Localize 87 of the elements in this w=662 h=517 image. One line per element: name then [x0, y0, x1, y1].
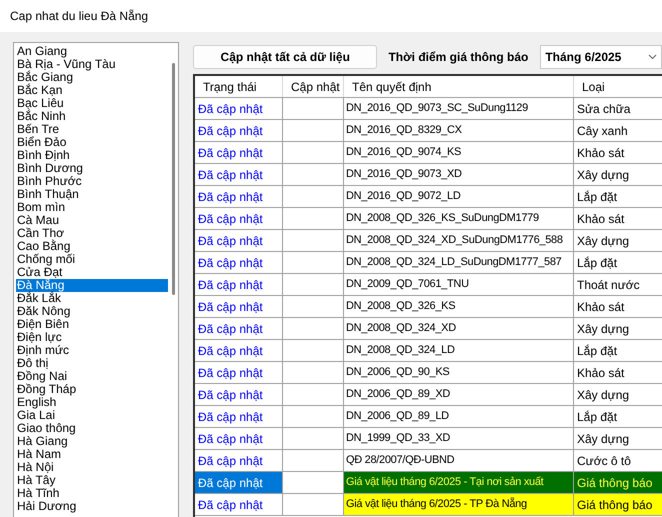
province-item[interactable]: An Giang — [16, 45, 168, 58]
decision-name-cell: DN_2016_QD_9072_LD — [344, 186, 574, 207]
province-item[interactable]: Đô thị — [16, 357, 168, 370]
column-header[interactable]: Trạng thái — [195, 76, 283, 97]
province-item[interactable]: Bình Dương — [16, 162, 168, 175]
province-item[interactable]: Hà Nội — [16, 461, 168, 474]
decision-name-cell: DN_2009_QD_7061_TNU — [344, 274, 574, 295]
province-item[interactable]: Cao Bằng — [16, 240, 168, 253]
status-cell: Đã cập nhật — [195, 384, 283, 405]
decision-name-cell: DN_2016_QD_9073_SC_SuDung1129 — [344, 98, 574, 119]
province-item[interactable]: Điện Biên — [16, 318, 168, 331]
status-cell: Đã cập nhật — [195, 98, 283, 119]
column-header[interactable]: Loại — [574, 76, 662, 97]
province-item[interactable]: Bắc Giang — [16, 71, 168, 84]
province-item[interactable]: Bắc Ninh — [16, 110, 168, 123]
province-item[interactable]: Hà Tây — [16, 474, 168, 487]
province-item[interactable]: Cà Mau — [16, 214, 168, 227]
chevron-down-icon — [648, 54, 657, 60]
decision-name-cell: DN_1999_QD_33_XD — [344, 428, 574, 449]
province-item[interactable]: Định mức — [16, 344, 168, 357]
decision-name-cell: QĐ 28/2007/QĐ-UBND — [344, 450, 574, 471]
decision-name-cell: DN_2008_QD_324_XD — [344, 318, 574, 339]
status-cell: Đã cập nhật — [195, 472, 283, 493]
decision-name-cell: Giá vật liệu tháng 6/2025 - TP Đà Nẵng — [344, 494, 574, 515]
province-item[interactable]: Bạc Liêu — [16, 97, 168, 110]
decision-name-cell: DN_2008_QD_324_LD — [344, 340, 574, 361]
decision-name-cell: DN_2008_QD_326_KS_SuDungDM1779 — [344, 208, 574, 229]
status-cell: Đã cập nhật — [195, 406, 283, 427]
type-cell: Giá thông báo — [574, 472, 662, 493]
province-item[interactable]: Hà Tĩnh — [16, 487, 168, 500]
province-item[interactable]: Đắk Lắk — [16, 292, 168, 305]
status-cell: Đã cập nhật — [195, 362, 283, 383]
scrollbar-thumb[interactable] — [172, 63, 174, 295]
province-item[interactable]: Bến Tre — [16, 123, 168, 136]
decision-name-cell: DN_2016_QD_9073_XD — [344, 164, 574, 185]
status-cell: Đã cập nhật — [195, 494, 283, 515]
status-cell: Đã cập nhật — [195, 450, 283, 471]
status-cell: Đã cập nhật — [195, 230, 283, 251]
province-item[interactable]: Bà Rịa - Vũng Tàu — [16, 58, 168, 71]
status-cell: Đã cập nhật — [195, 164, 283, 185]
province-list[interactable] — [13, 42, 179, 517]
province-item[interactable]: English — [16, 396, 168, 409]
window-title: Cap nhat du lieu Đà Nẵng — [10, 8, 148, 25]
status-cell: Đã cập nhật — [195, 208, 283, 229]
status-cell: Đã cập nhật — [195, 120, 283, 141]
province-item[interactable]: Cần Thơ — [16, 227, 168, 240]
update-all-button[interactable]: Cập nhật tất cả dữ liệu — [193, 45, 378, 69]
decision-name-cell: DN_2006_QD_89_LD — [344, 406, 574, 427]
province-item[interactable]: Cửa Đạt — [16, 266, 168, 279]
province-item[interactable]: Điện lực — [16, 331, 168, 344]
province-item[interactable]: Bom mìn — [16, 201, 168, 214]
province-item[interactable]: Giao thông — [16, 422, 168, 435]
province-item[interactable]: Bình Định — [16, 149, 168, 162]
province-item[interactable]: Đà Nẵng — [16, 279, 168, 292]
decision-name-cell: Giá vật liệu tháng 6/2025 - Tại nơi sản xuất — [344, 472, 574, 493]
decision-name-cell: DN_2008_QD_324_LD_SuDungDM1777_587 — [344, 252, 574, 273]
period-dropdown[interactable]: Tháng 6/2025 — [540, 45, 662, 69]
status-cell: Đã cập nhật — [195, 428, 283, 449]
column-header[interactable]: Tên quyết định — [344, 76, 574, 97]
decision-name-cell: DN_2016_QD_8329_CX — [344, 120, 574, 141]
province-item[interactable]: Đồng Tháp — [16, 383, 168, 396]
decision-name-cell: DN_2006_QD_90_KS — [344, 362, 574, 383]
status-cell: Đã cập nhật — [195, 142, 283, 163]
province-item[interactable]: Chống mối — [16, 253, 168, 266]
column-header[interactable]: Cập nhật — [283, 76, 344, 97]
province-item[interactable]: Hà Giang — [16, 435, 168, 448]
province-item[interactable]: Đồng Nai — [16, 370, 168, 383]
type-cell: Giá thông báo — [574, 494, 662, 515]
decision-name-cell: DN_2006_QD_89_XD — [344, 384, 574, 405]
province-item[interactable]: Hà Nam — [16, 448, 168, 461]
status-cell: Đã cập nhật — [195, 318, 283, 339]
period-label: Thời điểm giá thông báo — [388, 49, 528, 66]
province-item[interactable]: Đăk Nông — [16, 305, 168, 318]
province-item[interactable]: Bắc Kạn — [16, 84, 168, 97]
province-item[interactable]: Gia Lai — [16, 409, 168, 422]
province-item[interactable]: Hải Dương — [16, 500, 168, 513]
decision-name-cell: DN_2008_QD_324_XD_SuDungDM1776_588 — [344, 230, 574, 251]
status-cell: Đã cập nhật — [195, 296, 283, 317]
status-cell: Đã cập nhật — [195, 274, 283, 295]
status-cell: Đã cập nhật — [195, 186, 283, 207]
province-item[interactable]: Bình Phước — [16, 175, 168, 188]
province-item[interactable]: Bình Thuận — [16, 188, 168, 201]
status-cell: Đã cập nhật — [195, 252, 283, 273]
decision-name-cell: DN_2016_QD_9074_KS — [344, 142, 574, 163]
status-cell: Đã cập nhật — [195, 340, 283, 361]
decision-name-cell: DN_2008_QD_326_KS — [344, 296, 574, 317]
province-item[interactable]: Biển Đảo — [16, 136, 168, 149]
